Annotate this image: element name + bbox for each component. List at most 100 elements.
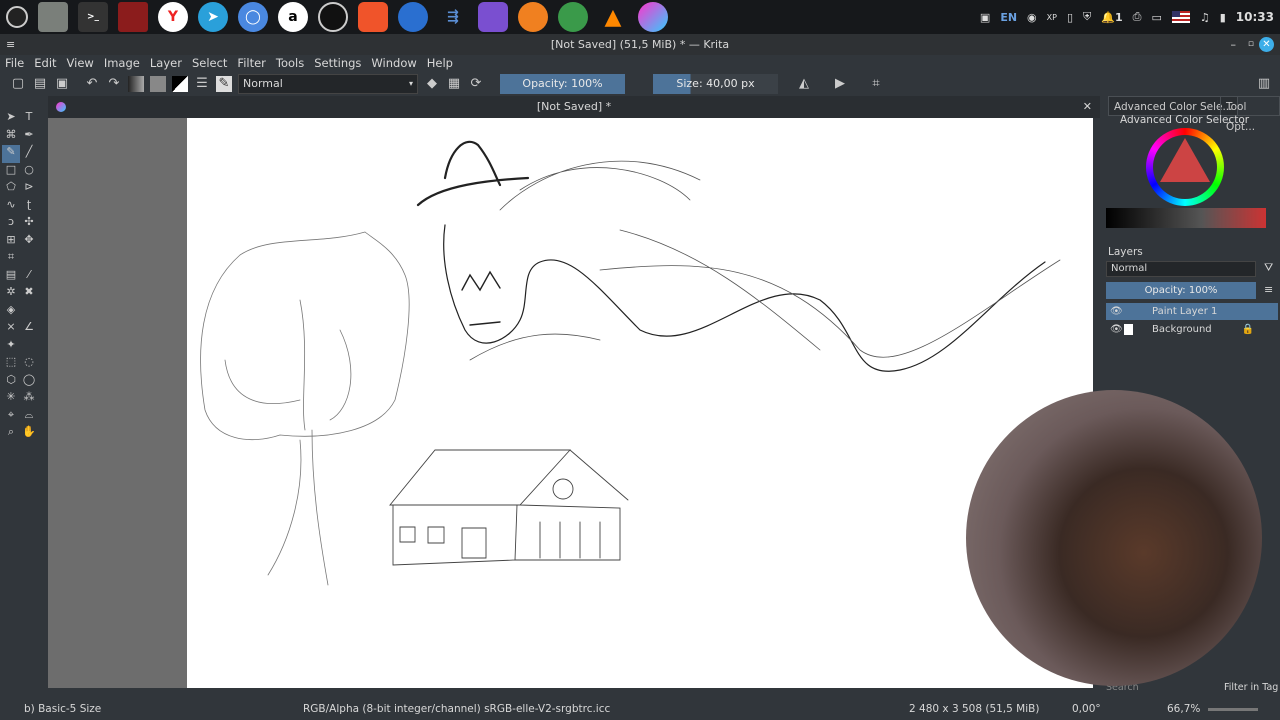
bezier-selection-icon[interactable]: ⌖ [2, 408, 20, 426]
kdenlive-icon[interactable]: ⇶ [438, 2, 468, 32]
terminal-icon[interactable]: >_ [78, 2, 108, 32]
smart-patch-tool-icon[interactable]: ✖ [20, 285, 38, 303]
similar-selection-icon[interactable]: ⁂ [20, 390, 38, 408]
minimize-button[interactable]: – [1231, 34, 1237, 55]
move-tool-icon[interactable]: ✥ [20, 233, 38, 251]
files-icon[interactable] [38, 2, 68, 32]
window-menu-icon[interactable]: ≡ [6, 34, 15, 55]
gradient-icon[interactable] [128, 76, 144, 92]
obs-tray-icon[interactable]: ◉ [1027, 11, 1037, 24]
dynamic-brush-tool-icon[interactable]: ↄ [2, 215, 20, 233]
a-app-icon[interactable]: a [278, 2, 308, 32]
pan-tool-icon[interactable]: ✋ [20, 425, 38, 443]
ellipse-tool-icon[interactable]: ○ [20, 163, 38, 181]
color-history-bar[interactable] [1106, 208, 1266, 228]
fill-tool-icon[interactable]: ◈ [2, 303, 20, 321]
filter-icon[interactable]: ⛛ [1264, 261, 1273, 275]
edit-shapes-tool-icon[interactable]: ⌘ [2, 128, 20, 146]
polyline-tool-icon[interactable]: ⊳ [20, 180, 38, 198]
rectangular-selection-icon[interactable]: ⬚ [2, 355, 20, 373]
display-icon[interactable]: ▭ [1151, 11, 1161, 24]
colorize-mask-tool-icon[interactable]: ✲ [2, 285, 20, 303]
flag-icon[interactable] [1171, 11, 1190, 23]
freehand-path-tool-icon[interactable]: ʈ [20, 198, 38, 216]
visibility-icon[interactable]: 👁 [1110, 306, 1123, 317]
menu-edit[interactable]: Edit [29, 55, 61, 72]
notifications[interactable]: 🔔1 [1101, 11, 1122, 24]
menu-tools[interactable]: Tools [271, 55, 309, 72]
menu-layer[interactable]: Layer [145, 55, 187, 72]
tab-advanced-color-selector[interactable]: Advanced Color Sele... [1108, 96, 1239, 116]
layer-row[interactable]: 👁 Background 🔒 [1106, 321, 1278, 338]
measure-tool-icon[interactable]: ∠ [20, 320, 38, 338]
language-indicator[interactable]: EN [1000, 11, 1017, 24]
firefox-icon[interactable] [518, 2, 548, 32]
brave-icon[interactable] [358, 2, 388, 32]
gradient-tool-icon[interactable]: ▤ [2, 268, 20, 286]
maximize-button[interactable]: ▫ [1248, 34, 1254, 55]
screenshot-icon[interactable]: ▣ [980, 11, 990, 24]
shield-icon[interactable]: ⛨ [1083, 10, 1091, 24]
assistant-tool-icon[interactable]: ⨯ [2, 320, 20, 338]
blend-mode-select[interactable]: Normal ▾ [238, 74, 418, 94]
multibrush-tool-icon[interactable]: ✣ [20, 215, 38, 233]
fg-bg-color-icon[interactable] [172, 76, 188, 92]
reload-preset-icon[interactable]: ⟳ [468, 76, 484, 92]
thunderbird-icon[interactable] [398, 2, 428, 32]
calligraphy-tool-icon[interactable]: ✒ [20, 128, 38, 146]
battery-icon[interactable]: ▮ [1220, 11, 1226, 24]
contiguous-selection-icon[interactable]: ✳ [2, 390, 20, 408]
obs-icon[interactable] [318, 2, 348, 32]
layer-blend-select[interactable]: Normal [1106, 261, 1256, 277]
crop-tool-icon[interactable]: ⌗ [2, 250, 20, 268]
menu-view[interactable]: View [62, 55, 99, 72]
layer-opacity-slider[interactable]: Opacity: 100% [1106, 282, 1256, 299]
color-triangle[interactable] [1160, 138, 1210, 182]
elliptical-selection-icon[interactable]: ◌ [20, 355, 38, 373]
reference-images-tool-icon[interactable]: ✦ [2, 338, 20, 356]
menu-image[interactable]: Image [99, 55, 145, 72]
zoom-slider[interactable] [1208, 708, 1258, 711]
zoom-tool-icon[interactable]: ⌕ [2, 425, 20, 443]
rotation-value[interactable]: 0,00° [1072, 698, 1101, 720]
freehand-selection-icon[interactable]: ◯ [20, 373, 38, 391]
printer-icon[interactable]: ⎙ [1133, 10, 1142, 24]
brush-settings-icon[interactable]: ☰ [194, 76, 210, 92]
chromium-icon[interactable]: ◯ [238, 2, 268, 32]
mirror-vertical-icon[interactable]: ▶ [832, 76, 848, 92]
lock-icon[interactable]: 🔒 [1242, 321, 1254, 338]
preserve-alpha-icon[interactable]: ▦ [446, 76, 462, 92]
polygonal-selection-icon[interactable]: ⬡ [2, 373, 20, 391]
krita-icon[interactable] [638, 2, 668, 32]
new-document-icon[interactable]: ▢ [10, 76, 26, 92]
open-icon[interactable]: ▤ [32, 76, 48, 92]
menu-select[interactable]: Select [187, 55, 232, 72]
drawing-canvas[interactable] [187, 118, 1093, 688]
layer-row[interactable]: 👁 Paint Layer 1 [1106, 303, 1278, 320]
undo-icon[interactable]: ↶ [84, 76, 100, 92]
text-tool-icon[interactable]: T [20, 110, 38, 128]
menu-settings[interactable]: Settings [309, 55, 366, 72]
polygon-tool-icon[interactable]: ⬠ [2, 180, 20, 198]
color-picker-tool-icon[interactable]: ⁄ [20, 268, 38, 286]
redo-icon[interactable]: ↷ [106, 76, 122, 92]
pattern-icon[interactable] [150, 76, 166, 92]
size-slider[interactable]: Size: 40,00 px [653, 74, 778, 94]
workspace-icon[interactable]: ▥ [1256, 76, 1272, 92]
tab-tool-options[interactable]: Tool Opt... [1220, 96, 1280, 133]
close-document-button[interactable]: ✕ [1083, 96, 1092, 118]
transform-tool-icon[interactable]: ⊞ [2, 233, 20, 251]
mirror-horizontal-icon[interactable]: ◭ [796, 76, 812, 92]
visibility-icon[interactable]: 👁 [1110, 324, 1123, 335]
close-window-button[interactable]: ✕ [1259, 37, 1274, 52]
start-menu-icon[interactable] [6, 6, 28, 28]
obsidian-icon[interactable] [478, 2, 508, 32]
zoom-level[interactable]: 66,7% [1167, 698, 1200, 720]
document-tab[interactable]: [Not Saved] * [537, 100, 611, 113]
vlc-icon[interactable]: ▲ [598, 2, 628, 32]
menu-file[interactable]: File [0, 55, 29, 72]
crop-wrap-icon[interactable]: ⌗ [868, 76, 884, 92]
yandex-icon[interactable]: Y [158, 2, 188, 32]
xppen-icon[interactable]: XP [1047, 13, 1057, 22]
line-tool-icon[interactable]: ╱ [20, 145, 38, 163]
